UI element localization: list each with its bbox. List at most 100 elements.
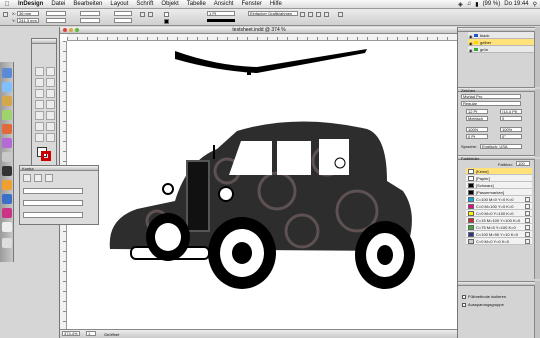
swatch-row[interactable]: [Schwarz] [466,182,532,189]
swatch-row[interactable]: C=100 M=90 Y=10 K=0 [466,231,532,238]
swatches-header[interactable]: Farbfelder [458,155,535,161]
baseline-shift-field[interactable]: 0 Pt [466,134,488,139]
menu-schrift[interactable]: Schrift [132,1,157,7]
rectangle-frame-tool-icon[interactable] [35,100,44,109]
menu-hilfe[interactable]: Hilfe [266,1,286,7]
horizontal-scale-field[interactable]: 100% [500,127,522,132]
illustrator-icon[interactable] [2,180,12,190]
font-size-field[interactable]: 12 Pt [466,109,488,114]
itunes-icon[interactable] [2,124,12,134]
stroke-cap-icon[interactable] [45,174,53,182]
spotlight-icon[interactable]: ⚲ [533,1,537,8]
tab-layers[interactable] [534,27,540,87]
indesign-icon[interactable] [2,208,12,218]
stroke-type-select[interactable] [207,19,235,22]
tracking-field[interactable]: 0 [500,116,522,121]
swatch-row[interactable]: [Papier] [466,175,532,182]
swatch-row[interactable]: C=75 M=5 Y=100 K=0 [466,224,532,231]
flip-horizontal-icon[interactable] [140,12,145,17]
iphoto-icon[interactable] [2,138,12,148]
stroke-gap-input[interactable] [23,212,83,218]
zoom-tool-icon[interactable] [46,133,55,142]
ichat-icon[interactable] [2,110,12,120]
layer-item[interactable]: ◉ gelber [468,39,534,46]
page-number-field[interactable]: 1 [86,331,96,336]
font-style-select[interactable]: Regular [461,101,521,106]
object-style-select[interactable]: Einfacher Grafikrahmen [248,11,298,16]
x-field[interactable]: 36 mm [17,11,39,16]
menu-objekt[interactable]: Objekt [157,1,182,7]
gradient-tool-icon[interactable] [35,122,44,131]
minimize-icon[interactable] [69,28,73,32]
height-field[interactable] [46,18,66,23]
selection-handle[interactable] [334,157,346,169]
swatch-row[interactable]: C=100 M=0 Y=0 K=0 [466,196,532,203]
close-icon[interactable] [63,28,67,32]
kerning-field[interactable]: Metrisch [466,116,488,121]
terminal-icon[interactable] [2,166,12,176]
fill-color-icon[interactable] [164,12,169,17]
trash-icon[interactable] [2,238,12,248]
tab-swatches[interactable] [534,159,540,279]
rectangle-tool-icon[interactable] [46,100,55,109]
menu-datei[interactable]: Datei [47,1,69,7]
eye-icon[interactable]: ◉ [469,47,473,54]
skew-field[interactable]: 0° [500,134,522,139]
document-icon[interactable] [2,222,12,232]
layer-item[interactable]: ◉ grün [468,46,534,53]
font-family-select[interactable]: Myriad Pro [461,94,521,99]
swatch-row[interactable]: C=0 M=0 Y=0 K=0 [466,238,532,245]
eyedropper-tool-icon[interactable] [46,122,55,131]
vertical-scale-field[interactable]: 100% [466,127,488,132]
swatch-row[interactable]: [Passermarken] [466,189,532,196]
hand-tool-icon[interactable] [35,133,44,142]
type-tool-icon[interactable] [46,78,55,87]
transparency-header[interactable] [458,281,535,286]
mail-icon[interactable] [2,96,12,106]
rotate-field[interactable] [114,11,132,16]
language-select[interactable]: Englisch: USA [480,144,522,149]
leading-field[interactable]: (14,4 Pt) [500,109,522,114]
stroke-join-icon[interactable] [34,174,42,182]
menu-ansicht[interactable]: Ansicht [210,1,238,7]
menu-tabelle[interactable]: Tabelle [183,1,210,7]
center-content-icon[interactable] [324,12,329,17]
width-field[interactable] [46,11,66,16]
stroke-color-icon[interactable] [164,19,169,24]
layer-item[interactable]: ◉ black [468,32,534,39]
stroke-panel-title[interactable]: Kontur [20,166,98,171]
selection-tool-icon[interactable] [35,67,44,76]
pencil-tool-icon[interactable] [35,89,44,98]
menu-layout[interactable]: Layout [106,1,132,7]
line-tool-icon[interactable] [46,89,55,98]
swatch-row[interactable]: C=0 M=0 Y=100 K=0 [466,210,532,217]
scale-y-field[interactable] [80,18,100,23]
stroke-swatch-icon[interactable] [41,151,51,161]
reference-point-icon[interactable] [3,12,8,17]
shadow-icon[interactable] [308,12,313,17]
stroke-align-icon[interactable] [23,174,31,182]
finder-icon[interactable] [2,68,12,78]
car-artwork[interactable] [67,41,458,329]
shear-field[interactable] [114,18,132,23]
isolate-blending-checkbox[interactable] [462,295,466,299]
stroke-weight-input[interactable] [23,188,83,194]
safari-icon[interactable] [2,82,12,92]
flip-vertical-icon[interactable] [148,12,153,17]
battery-icon[interactable]: ▮ [475,1,478,8]
zoom-icon[interactable] [75,28,79,32]
character-header[interactable]: Zeichen [458,87,535,93]
horizontal-ruler[interactable] [67,34,458,41]
rotate-tool-icon[interactable] [35,111,44,120]
volume-icon[interactable]: ♫ [467,1,472,7]
scale-tool-icon[interactable] [46,111,55,120]
knockout-group-checkbox[interactable] [462,303,466,307]
swatch-row[interactable]: C=15 M=100 Y=100 K=0 [466,217,532,224]
swatch-row[interactable]: [Keine] [466,168,532,175]
photoshop-icon[interactable] [2,194,12,204]
wifi-icon[interactable]: ◈ [458,1,463,8]
page-canvas[interactable] [67,41,458,329]
y-field[interactable]: 241,3 mm [17,18,39,23]
tools-titlebar[interactable] [32,39,56,44]
stroke-weight-field[interactable]: 1 Pt [207,11,235,16]
